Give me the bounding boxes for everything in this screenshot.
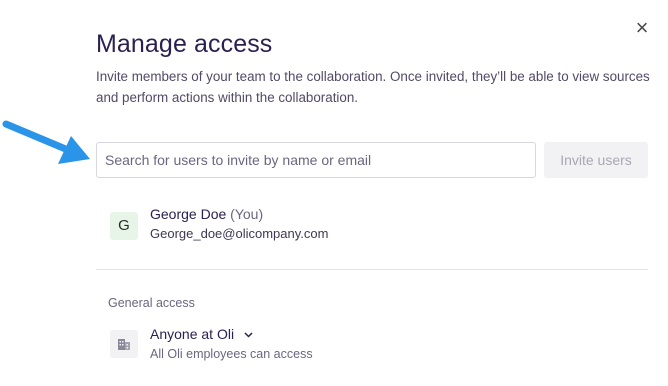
chevron-down-icon bbox=[244, 332, 253, 338]
general-access-value: Anyone at Oli bbox=[150, 326, 235, 342]
general-access-row: Anyone at Oli All Oli employees can acce… bbox=[110, 324, 510, 366]
user-name-line: George Doe (You) bbox=[150, 206, 263, 222]
dialog-description: Invite members of your team to the colla… bbox=[96, 69, 650, 105]
general-access-select[interactable]: Anyone at Oli bbox=[150, 326, 253, 342]
user-name: George Doe bbox=[150, 206, 227, 222]
user-list-item: G George Doe (You) George_doe@olicompany… bbox=[110, 204, 630, 246]
avatar: G bbox=[110, 212, 138, 240]
user-email: George_doe@olicompany.com bbox=[150, 226, 329, 241]
building-icon bbox=[110, 330, 138, 358]
general-access-label: General access bbox=[108, 296, 195, 310]
invite-users-button[interactable]: Invite users bbox=[544, 142, 648, 178]
dialog-title: Manage access bbox=[96, 30, 273, 58]
general-access-subtext: All Oli employees can access bbox=[150, 347, 313, 361]
user-search-input[interactable] bbox=[96, 142, 536, 178]
close-icon[interactable]: × bbox=[632, 17, 652, 39]
arrow-icon bbox=[2, 120, 90, 164]
user-you-tag: (You) bbox=[230, 206, 264, 222]
divider bbox=[96, 269, 648, 270]
